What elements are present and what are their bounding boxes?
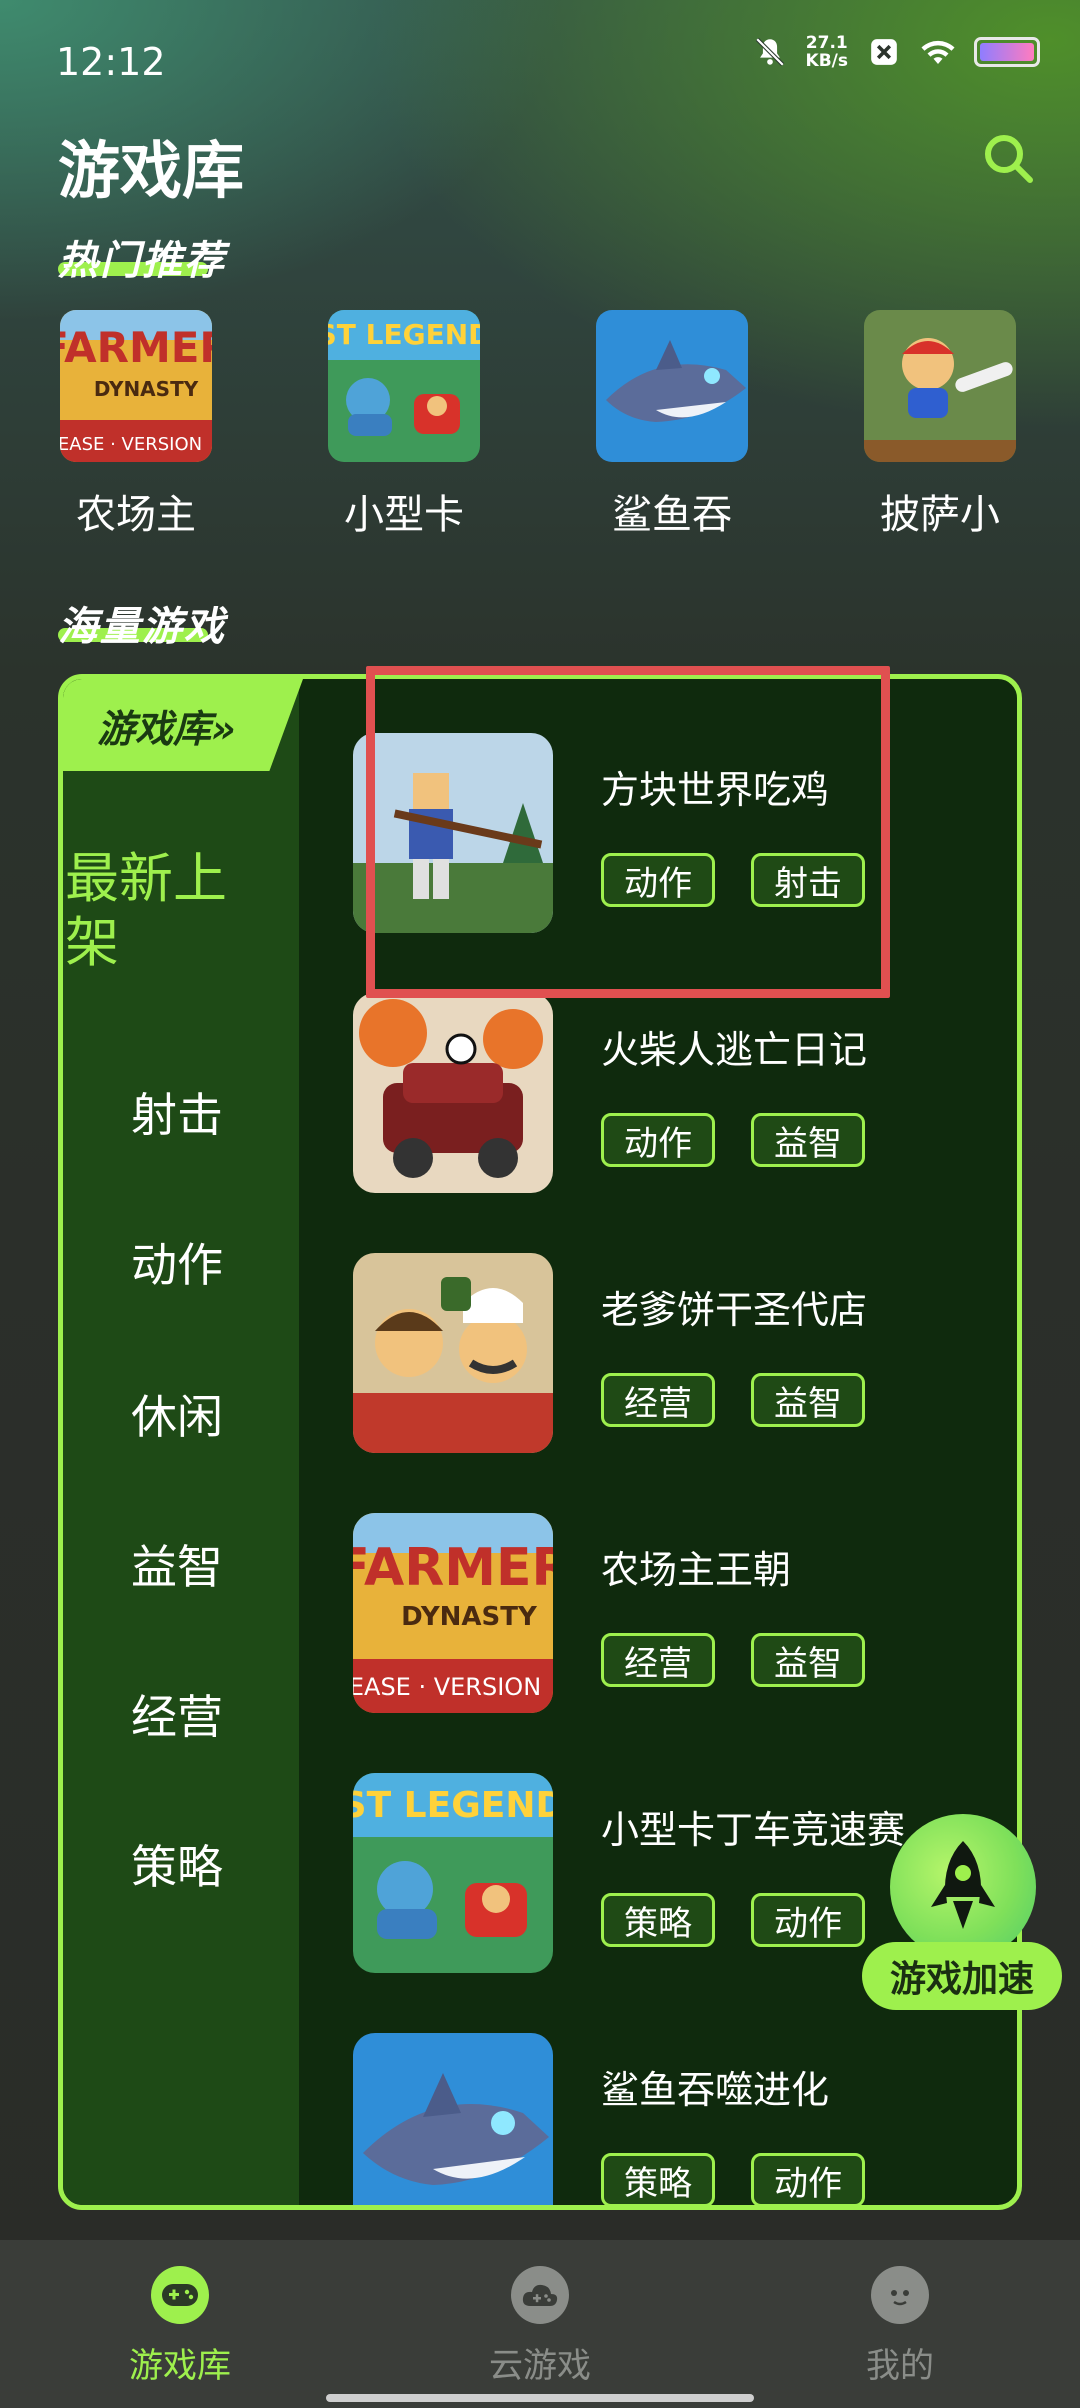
search-button[interactable] [980,130,1036,186]
game-row[interactable]: 火柴人逃亡日记 动作 益智 [353,993,993,1193]
hot-label: 披萨小 [880,492,1000,538]
game-tag: 经营 [601,1373,715,1427]
game-thumb [353,2033,553,2205]
hot-label: 农场主 [76,492,196,538]
svg-text:FARMER: FARMER [353,1538,553,1598]
boost-label[interactable]: 游戏加速 [862,1942,1062,2010]
category-newest[interactable]: 最新上架 [65,847,265,975]
hot-item-shark[interactable]: 鲨鱼吞 [592,310,752,540]
game-tag: 策略 [601,1893,715,1947]
game-row[interactable]: 老爹饼干圣代店 经营 益智 [353,1253,993,1453]
svg-text:EASE · VERSION: EASE · VERSION [60,434,202,455]
highlight-box [366,666,890,998]
game-name: 小型卡丁车竞速赛 [601,1808,906,1852]
hot-section-header: 热门推荐 [58,228,226,286]
category-puzzle[interactable]: 益智 [131,1531,223,1597]
hot-item-kart[interactable]: ST LEGEND 小型卡 [324,310,484,540]
game-tag: 动作 [601,1113,715,1167]
svg-text:EASE · VERSION: EASE · VERSION [353,1673,541,1701]
gamepad-icon [151,2266,209,2324]
cloud-gamepad-icon [511,2266,569,2324]
wifi-icon [920,34,956,70]
nav-label: 我的 [866,2346,934,2386]
category-management[interactable]: 经营 [131,1681,223,1747]
game-tag: 经营 [601,1633,715,1687]
svg-text:ST LEGEND: ST LEGEND [328,318,480,351]
battery-icon [974,37,1040,67]
category-shooting[interactable]: 射击 [131,1079,223,1145]
library-tab[interactable]: 游戏库» [63,679,303,771]
category-strategy[interactable]: 策略 [131,1831,223,1897]
game-row[interactable]: 鲨鱼吞噬进化 策略 动作 [353,2033,993,2205]
hot-label: 小型卡 [344,492,464,538]
home-indicator[interactable] [326,2394,754,2402]
game-thumb: ST LEGEND [353,1773,553,1973]
nav-label: 游戏库 [129,2346,231,2386]
bell-off-icon [752,34,788,70]
nav-mine[interactable]: 我的 [800,2266,1000,2387]
game-thumb [353,1253,553,1453]
svg-text:DYNASTY: DYNASTY [94,377,199,401]
game-tag: 益智 [751,1633,865,1687]
game-name: 鲨鱼吞噬进化 [601,2068,830,2112]
boost-button[interactable] [890,1814,1036,1960]
game-row[interactable]: FARMER DYNASTY EASE · VERSION 农场主王朝 经营 益智 [353,1513,993,1713]
status-time: 12:12 [56,40,166,84]
game-thumb [353,993,553,1193]
face-icon [871,2266,929,2324]
game-tag: 益智 [751,1373,865,1427]
game-tag: 动作 [751,2153,865,2205]
game-tag: 动作 [751,1893,865,1947]
game-name: 老爹饼干圣代店 [601,1288,868,1332]
category-casual[interactable]: 休闲 [131,1381,223,1447]
mass-title: 海量游戏 [58,604,226,650]
status-icons: 27.1 KB/s [752,34,1040,70]
game-tag: 益智 [751,1113,865,1167]
game-tag: 策略 [601,2153,715,2205]
page-title: 游戏库 [58,134,245,207]
bottom-nav: 游戏库 云游戏 我的 [0,2240,1080,2408]
hot-thumb [864,310,1016,462]
close-box-icon [866,34,902,70]
rocket-icon [931,1841,995,1929]
net-speed: 27.1 KB/s [805,33,848,71]
nav-label: 云游戏 [489,2346,591,2386]
mass-section-header: 海量游戏 [58,594,226,652]
category-action[interactable]: 动作 [131,1229,223,1295]
hot-label: 鲨鱼吞 [612,492,732,538]
svg-text:FARMER: FARMER [60,323,212,372]
hot-thumb: ST LEGEND [328,310,480,462]
game-name: 农场主王朝 [601,1548,792,1592]
game-thumb: FARMER DYNASTY EASE · VERSION [353,1513,553,1713]
svg-text:ST LEGEND: ST LEGEND [353,1785,553,1826]
svg-text:DYNASTY: DYNASTY [401,1602,538,1632]
hot-title: 热门推荐 [58,238,226,284]
hot-thumb [596,310,748,462]
hot-thumb: FARMER DYNASTY EASE · VERSION [60,310,212,462]
hot-item-pizza[interactable]: 披萨小 [860,310,1020,540]
nav-game-library[interactable]: 游戏库 [80,2266,280,2387]
hot-item-farmer[interactable]: FARMER DYNASTY EASE · VERSION 农场主 [56,310,216,540]
search-icon [985,135,1033,183]
game-name: 火柴人逃亡日记 [601,1028,868,1072]
nav-cloud-games[interactable]: 云游戏 [440,2266,640,2387]
